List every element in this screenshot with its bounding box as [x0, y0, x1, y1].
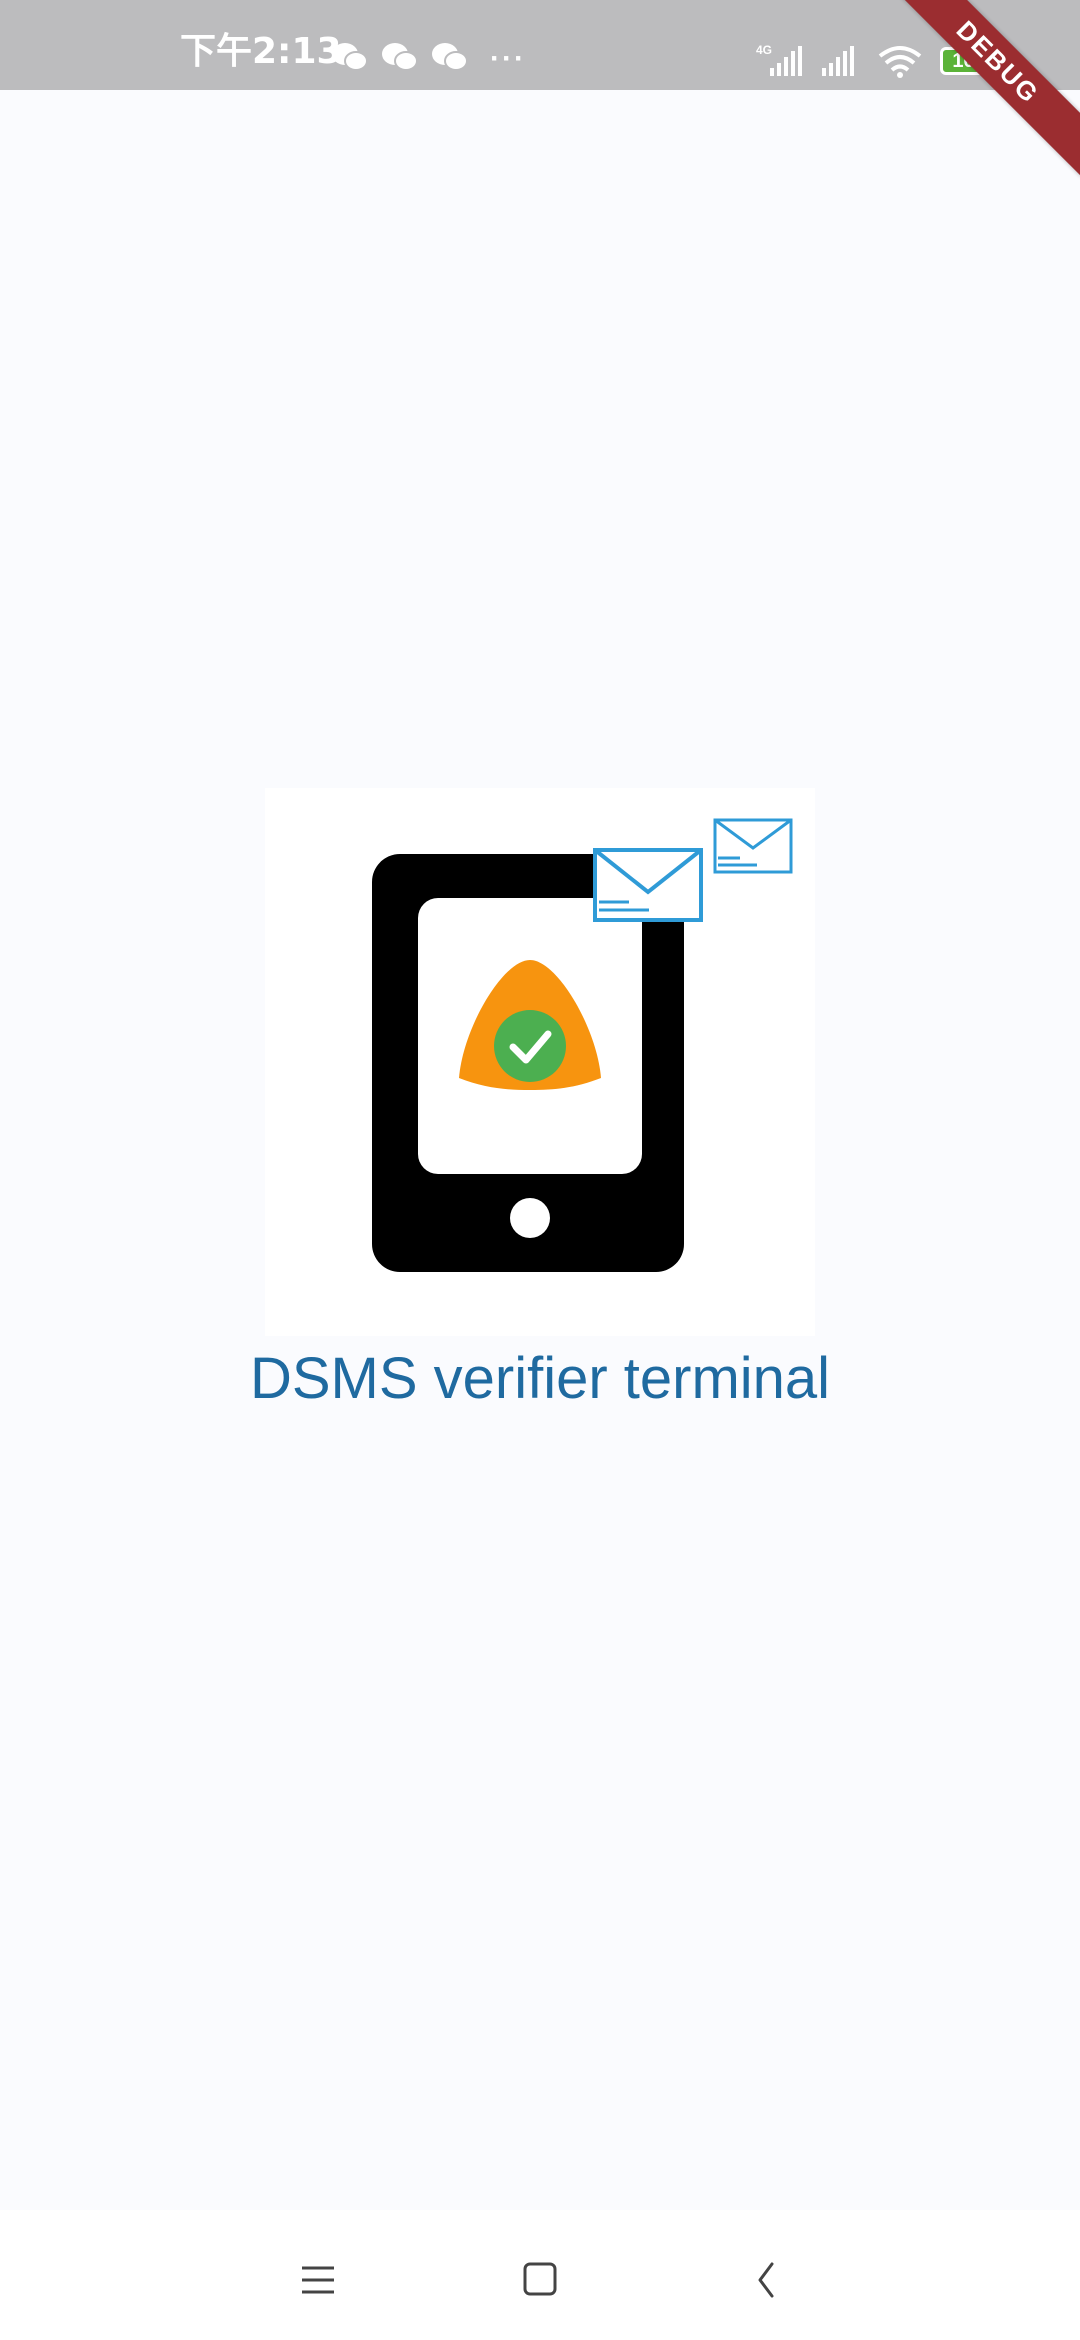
app-logo [265, 788, 815, 1336]
network-type-label: 4G [756, 43, 772, 57]
mail-icon [713, 818, 793, 874]
navigation-bar [0, 2210, 1080, 2340]
wechat-icon [432, 43, 468, 71]
mail-icon [593, 848, 703, 922]
back-icon[interactable] [738, 2250, 798, 2310]
signal-icon: 4G [756, 43, 802, 76]
app-title: DSMS verifier terminal [249, 1346, 831, 1411]
check-circle-icon [494, 1010, 566, 1082]
status-time: 下午2:13 [180, 31, 342, 72]
more-notifications-icon: ··· [490, 42, 526, 75]
phone-shield-mail-logo [372, 818, 793, 1272]
menu-icon[interactable] [288, 2250, 348, 2310]
wechat-icon [332, 43, 368, 71]
signal-icon [822, 46, 854, 76]
wifi-icon [878, 46, 922, 78]
home-icon[interactable] [510, 2250, 570, 2310]
wechat-icon [382, 43, 418, 71]
